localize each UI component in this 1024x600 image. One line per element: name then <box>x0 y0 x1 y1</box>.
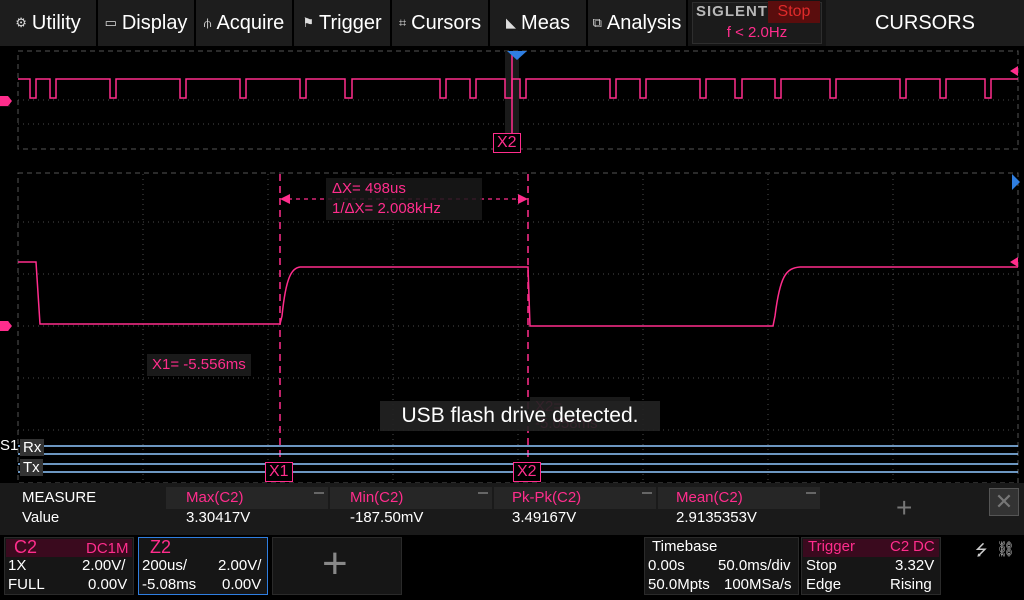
crosshair-icon: ⌗ <box>398 15 407 30</box>
cursor-x1-tag[interactable]: X1 <box>265 462 293 482</box>
trigger-slope: Rising <box>890 576 932 593</box>
collapse-icon <box>806 492 816 494</box>
trigger-title: Trigger <box>808 538 855 555</box>
channel-z2-offset: 0.00V <box>222 576 262 593</box>
measure-value-pkpk: 3.49167V <box>512 509 577 526</box>
cursor-x2-tag[interactable]: X2 <box>513 462 541 482</box>
main-grid <box>18 174 1018 483</box>
channel-z2-delay: -5.08ms <box>142 576 197 593</box>
analysis-icon: ⧉ <box>592 15 602 30</box>
channel-z2-timebase: 200us/ <box>142 557 188 574</box>
channel-c2-bandwidth: FULL <box>8 576 45 593</box>
channel-z2-name: Z2 <box>150 537 172 557</box>
overview-level-marker <box>1010 66 1018 76</box>
trigger-source: C2 <box>890 538 910 555</box>
usb-icon: ⭍ <box>975 542 988 559</box>
gear-icon: ⚙ <box>15 15 27 30</box>
channel-c2-name: C2 <box>14 537 38 557</box>
network-icon: ⛓ <box>996 541 1016 558</box>
trigger-state: Stop <box>806 557 837 574</box>
cursor-delta-readout: ΔX= 498us 1/ΔX= 2.008kHz <box>326 178 482 220</box>
channel-c2-scale: 2.00V/ <box>82 557 126 574</box>
channel-c2-probe: 1X <box>8 557 27 574</box>
overview-x2-tag[interactable]: X2 <box>493 133 521 153</box>
trigger-coupling: DC <box>913 538 935 555</box>
measure-header-mean[interactable]: Mean(C2) <box>676 489 743 506</box>
trigger-offset-marker <box>1012 174 1020 190</box>
measure-header-max[interactable]: Max(C2) <box>186 489 244 506</box>
serial-label: S1 <box>0 437 19 454</box>
measure-header-min[interactable]: Min(C2) <box>350 489 403 506</box>
overview-channel-label: C2 <box>0 97 11 107</box>
menu-display[interactable]: ▭ Display <box>98 0 196 46</box>
collapse-icon <box>642 492 652 494</box>
channel-z2-scale: 2.00V/ <box>218 557 262 574</box>
add-channel-icon[interactable]: + <box>322 539 348 589</box>
channel-c2-offset: 0.00V <box>88 576 128 593</box>
main-channel-label: Z2 <box>0 321 10 331</box>
timebase-delay: 0.00s <box>648 557 685 574</box>
delta-arrow-right <box>518 194 528 204</box>
measure-value-max: 3.30417V <box>186 509 251 526</box>
measure-title: MEASURE <box>22 489 97 506</box>
channel-c2-coupling: DC1M <box>86 540 129 557</box>
tx-label: Tx <box>20 459 43 476</box>
menu-analysis[interactable]: ⧉ Analysis <box>588 0 688 46</box>
brand-logo: SIGLENT <box>696 3 769 20</box>
trigger-type: Edge <box>806 576 842 593</box>
display-icon: ▭ <box>104 15 117 30</box>
measure-icon: ◣ <box>506 15 517 30</box>
menu-trigger[interactable]: ⚑ Trigger <box>294 0 392 46</box>
timebase-title: Timebase <box>652 538 718 555</box>
trigger-level-marker <box>1010 257 1018 267</box>
trigger-level: 3.32V <box>895 557 935 574</box>
add-measure-icon[interactable]: + <box>896 494 912 522</box>
menu-acquire[interactable]: ⫛ Acquire <box>196 0 294 46</box>
close-icon[interactable]: ✕ <box>989 488 1019 516</box>
sample-rate: 100MSa/s <box>724 576 792 593</box>
menu-title[interactable]: CURSORS <box>826 0 1024 46</box>
measure-header-pkpk[interactable]: Pk-Pk(C2) <box>512 489 581 506</box>
menu-cursors[interactable]: ⌗ Cursors <box>392 0 490 46</box>
delta-x-value: ΔX= 498us <box>332 180 406 197</box>
menu-meas[interactable]: ◣ Meas <box>490 0 588 46</box>
run-stop-indicator[interactable]: Stop <box>768 1 820 23</box>
collapse-icon <box>314 492 324 494</box>
x1-readout: X1= -5.556ms <box>147 354 251 376</box>
notification-toast: USB flash drive detected. <box>380 401 660 431</box>
rx-label: Rx <box>20 439 45 456</box>
trigger-frequency: f < 2.0Hz <box>726 24 788 41</box>
timebase-scale: 50.0ms/div <box>718 557 791 574</box>
memory-depth: 50.0Mpts <box>648 576 710 593</box>
menu-utility[interactable]: ⚙ Utility <box>0 0 98 46</box>
measure-value-mean: 2.9135353V <box>676 509 757 526</box>
inverse-delta-value: 1/ΔX= 2.008kHz <box>332 200 441 217</box>
measure-row-label: Value <box>22 509 60 526</box>
delta-arrow-left <box>280 194 290 204</box>
flag-icon: ⚑ <box>302 15 315 30</box>
measure-value-min: -187.50mV <box>350 509 424 526</box>
acquire-icon: ⫛ <box>203 15 212 30</box>
collapse-icon <box>478 492 488 494</box>
